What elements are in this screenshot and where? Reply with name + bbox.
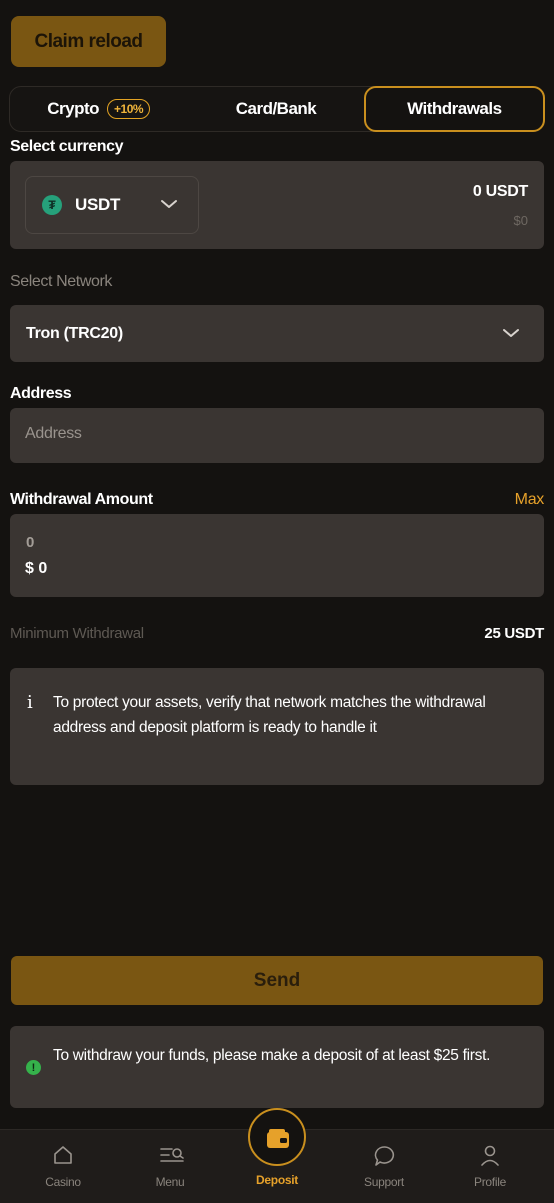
network-dropdown[interactable]: Tron (TRC20) bbox=[10, 305, 544, 362]
max-button[interactable]: Max bbox=[515, 491, 545, 509]
nav-profile-label: Profile bbox=[474, 1175, 506, 1189]
withdrawal-amount-label: Withdrawal Amount bbox=[10, 491, 153, 508]
claim-reload-button[interactable]: Claim reload bbox=[11, 16, 166, 67]
wallet-icon bbox=[267, 1129, 289, 1148]
deposit-warning-text: To withdraw your funds, please make a de… bbox=[53, 1047, 491, 1064]
tab-withdrawals-label: Withdrawals bbox=[407, 99, 502, 118]
nav-deposit[interactable] bbox=[248, 1108, 306, 1166]
currency-code: USDT bbox=[75, 195, 121, 214]
bonus-badge: +10% bbox=[107, 99, 151, 119]
tab-crypto[interactable]: Crypto +10% bbox=[10, 87, 187, 131]
chevron-down-icon bbox=[503, 329, 519, 337]
payment-tabs: Crypto +10% Card/Bank Withdrawals bbox=[9, 86, 545, 132]
select-network-label: Select Network bbox=[10, 273, 112, 290]
amount-input[interactable]: 0 $ 0 bbox=[10, 514, 544, 597]
address-label: Address bbox=[10, 385, 72, 402]
menu-search-icon bbox=[160, 1148, 184, 1162]
nav-casino-label: Casino bbox=[45, 1175, 81, 1189]
nav-casino[interactable]: Casino bbox=[18, 1130, 108, 1203]
chevron-down-icon bbox=[161, 200, 177, 208]
send-button[interactable]: Send bbox=[11, 956, 543, 1005]
tab-withdrawals[interactable]: Withdrawals bbox=[363, 86, 545, 132]
minimum-withdrawal-value: 25 USDT bbox=[484, 625, 544, 642]
minimum-withdrawal-label: Minimum Withdrawal bbox=[10, 625, 144, 642]
nav-menu-label: Menu bbox=[155, 1175, 185, 1189]
network-value: Tron (TRC20) bbox=[26, 325, 123, 342]
info-text: To protect your assets, verify that netw… bbox=[53, 694, 486, 736]
currency-dropdown[interactable]: ₮ USDT bbox=[25, 176, 199, 234]
currency-balance: 0 USDT bbox=[472, 183, 528, 200]
nav-support-label: Support bbox=[364, 1175, 404, 1189]
nav-menu[interactable]: Menu bbox=[125, 1130, 215, 1203]
amount-usd-value: $ 0 bbox=[25, 560, 48, 577]
nav-profile[interactable]: Profile bbox=[445, 1130, 535, 1203]
amount-crypto-value: 0 bbox=[26, 534, 35, 551]
tab-card-bank-label: Card/Bank bbox=[235, 99, 317, 118]
select-currency-label: Select currency bbox=[10, 138, 124, 155]
home-icon bbox=[54, 1146, 72, 1164]
alert-icon: ! bbox=[26, 1060, 41, 1075]
tab-crypto-label: Crypto bbox=[47, 99, 100, 118]
currency-panel: ₮ USDT 0 USDT $0 bbox=[10, 161, 544, 249]
currency-balance-usd: $0 bbox=[513, 213, 528, 228]
nav-deposit-label: Deposit bbox=[256, 1173, 298, 1187]
chat-icon bbox=[374, 1146, 395, 1166]
address-placeholder: Address bbox=[25, 425, 82, 442]
tab-card-bank[interactable]: Card/Bank bbox=[187, 87, 364, 131]
user-icon bbox=[481, 1145, 499, 1166]
info-icon: i bbox=[27, 692, 33, 713]
nav-support[interactable]: Support bbox=[339, 1130, 429, 1203]
tether-icon: ₮ bbox=[42, 195, 62, 215]
address-input[interactable]: Address bbox=[10, 408, 544, 463]
